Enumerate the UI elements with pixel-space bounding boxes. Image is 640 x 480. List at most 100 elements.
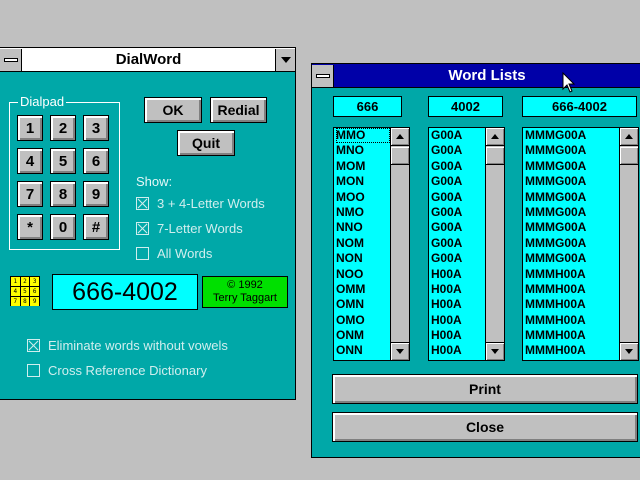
list-item[interactable]: G00A — [431, 205, 485, 220]
list-item[interactable]: MMMG00A — [525, 251, 619, 266]
dialpad-key[interactable]: 3 — [83, 115, 109, 141]
list-item[interactable]: MMO — [336, 128, 390, 144]
scroll-up-button[interactable] — [486, 128, 504, 146]
list-item[interactable]: MMMG00A — [525, 159, 619, 174]
cross-reference-option[interactable]: Cross Reference Dictionary — [27, 363, 207, 378]
wordlists-titlebar[interactable]: Word Lists — [312, 64, 640, 88]
list-item[interactable]: MMMH00A — [525, 328, 619, 343]
dialword-titlebar[interactable]: DialWord — [0, 48, 295, 72]
scroll-up-button[interactable] — [391, 128, 409, 146]
dialpad-key[interactable]: 5 — [50, 148, 76, 174]
list-item[interactable]: NOO — [336, 267, 390, 282]
list-item[interactable]: G00A — [431, 128, 485, 143]
ok-button[interactable]: OK — [144, 97, 202, 123]
show-option-all-words[interactable]: All Words — [136, 246, 212, 261]
mouse-cursor-icon — [562, 72, 576, 93]
list-item[interactable]: H00A — [431, 267, 485, 282]
show-option-3-4-letter[interactable]: 3 + 4-Letter Words — [136, 196, 265, 211]
dialpad-key[interactable]: * — [17, 214, 43, 240]
list-item[interactable]: G00A — [431, 174, 485, 189]
arrow-down-icon — [625, 349, 633, 354]
dialpad-key[interactable]: 9 — [83, 181, 109, 207]
list-item[interactable]: NOM — [336, 236, 390, 251]
list-item[interactable]: NMO — [336, 205, 390, 220]
scroll-down-button[interactable] — [391, 342, 409, 360]
list-item[interactable]: G00A — [431, 236, 485, 251]
list-item[interactable]: MMMH00A — [525, 267, 619, 282]
minimize-icon[interactable] — [275, 48, 295, 71]
dialpad-key[interactable]: 7 — [17, 181, 43, 207]
dialpad-key[interactable]: 0 — [50, 214, 76, 240]
list-item[interactable]: MMMG00A — [525, 190, 619, 205]
list-item[interactable]: MMMG00A — [525, 143, 619, 158]
scroll-thumb[interactable] — [486, 147, 504, 165]
list-item[interactable]: MMMG00A — [525, 236, 619, 251]
scrollbar[interactable] — [619, 128, 638, 360]
list-item[interactable]: OMO — [336, 313, 390, 328]
list-item[interactable]: MOM — [336, 159, 390, 174]
list-item[interactable]: MNO — [336, 143, 390, 158]
list-item[interactable]: OMM — [336, 282, 390, 297]
word-list-full[interactable]: MMMG00A MMMG00A MMMG00A MMMG00A MMMG00A MMMG0… — [522, 127, 639, 361]
dialpad-key[interactable]: 4 — [17, 148, 43, 174]
checkbox-7-letter[interactable] — [136, 222, 149, 235]
scroll-down-button[interactable] — [620, 342, 638, 360]
keypad-icon-digit: 1 — [11, 277, 20, 286]
list-item[interactable]: H00A — [431, 313, 485, 328]
list-item[interactable]: MMMG00A — [525, 205, 619, 220]
dialpad-key[interactable]: 1 — [17, 115, 43, 141]
scroll-thumb[interactable] — [620, 147, 638, 165]
list-item[interactable]: G00A — [431, 159, 485, 174]
eliminate-no-vowels-option[interactable]: Eliminate words without vowels — [27, 338, 228, 353]
scrollbar[interactable] — [485, 128, 504, 360]
checkbox-3-4-letter[interactable] — [136, 197, 149, 210]
list-item[interactable]: G00A — [431, 190, 485, 205]
list-item[interactable]: NNO — [336, 220, 390, 235]
list-item[interactable]: ONM — [336, 328, 390, 343]
quit-button[interactable]: Quit — [177, 130, 235, 156]
dialpad-key[interactable]: 2 — [50, 115, 76, 141]
list-item[interactable]: NON — [336, 251, 390, 266]
list-item[interactable]: H00A — [431, 282, 485, 297]
dialpad-label: Dialpad — [18, 94, 67, 109]
list-item[interactable]: OMN — [336, 297, 390, 312]
list-item[interactable]: H00A — [431, 328, 485, 343]
list-item[interactable]: MMMG00A — [525, 174, 619, 189]
list-item[interactable]: MMMH00A — [525, 282, 619, 297]
scrollbar[interactable] — [390, 128, 409, 360]
list-item[interactable]: MON — [336, 174, 390, 189]
list-item[interactable]: MMMG00A — [525, 220, 619, 235]
system-menu-icon[interactable] — [312, 64, 334, 87]
wordlists-window: Word Lists 666 4002 666-4002 MMO MNO MOM MO… — [311, 63, 640, 458]
list-item[interactable]: H00A — [431, 297, 485, 312]
word-list-suffix[interactable]: G00A G00A G00A G00A G00A G00A G00A G00A G00A H00A… — [428, 127, 505, 361]
dialpad-key[interactable]: 8 — [50, 181, 76, 207]
list-item[interactable]: MMMH00A — [525, 297, 619, 312]
dialpad-key[interactable]: 6 — [83, 148, 109, 174]
show-label: Show: — [136, 174, 173, 189]
dialpad-key[interactable]: # — [83, 214, 109, 240]
scroll-up-button[interactable] — [620, 128, 638, 146]
checkbox-cross-reference[interactable] — [27, 364, 40, 377]
scroll-down-button[interactable] — [486, 342, 504, 360]
word-list-prefix[interactable]: MMO MNO MOM MON MOO NMO NNO NOM NON NOO OMM OMN OMO O… — [333, 127, 410, 361]
system-menu-icon[interactable] — [0, 48, 22, 71]
list-item[interactable]: ONN — [336, 343, 390, 358]
list-item[interactable]: MMMH00A — [525, 313, 619, 328]
list-item[interactable]: G00A — [431, 143, 485, 158]
checkbox-all-words[interactable] — [136, 247, 149, 260]
checkbox-eliminate-no-vowels[interactable] — [27, 339, 40, 352]
list-item[interactable]: MMMH00A — [525, 343, 619, 358]
list-item[interactable]: MOO — [336, 190, 390, 205]
column-header-suffix: 4002 — [428, 96, 503, 117]
show-option-7-letter-label: 7-Letter Words — [157, 221, 243, 236]
list-item[interactable]: MMMG00A — [525, 128, 619, 143]
list-item[interactable]: G00A — [431, 251, 485, 266]
close-button[interactable]: Close — [332, 412, 638, 442]
list-item[interactable]: H00A — [431, 343, 485, 358]
list-item[interactable]: G00A — [431, 220, 485, 235]
show-option-7-letter[interactable]: 7-Letter Words — [136, 221, 243, 236]
print-button[interactable]: Print — [332, 374, 638, 404]
redial-button[interactable]: Redial — [210, 97, 267, 123]
scroll-thumb[interactable] — [391, 147, 409, 165]
